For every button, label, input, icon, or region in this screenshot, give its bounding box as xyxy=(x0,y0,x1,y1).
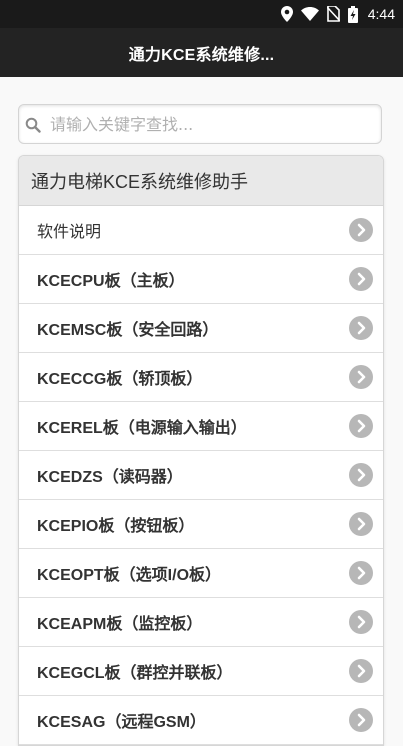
list-item-label: KCECPU板（主板） xyxy=(37,273,185,290)
list-item-label: KCEDZS（读码器） xyxy=(37,469,183,486)
list-item-kcecpu[interactable]: KCECPU板（主板） xyxy=(19,255,383,304)
list-item-kcedzs[interactable]: KCEDZS（读码器） xyxy=(19,451,383,500)
list-item-kcegcl[interactable]: KCEGCL板（群控并联板） xyxy=(19,647,383,696)
chevron-right-icon xyxy=(349,316,373,340)
list-item-label: KCEGCL板（群控并联板） xyxy=(37,665,233,682)
chevron-right-icon xyxy=(349,561,373,585)
chevron-right-icon xyxy=(349,414,373,438)
search-icon xyxy=(25,117,41,137)
list-item-label: KCEMSC板（安全回路） xyxy=(37,322,219,339)
status-time: 4:44 xyxy=(367,6,395,22)
chevron-right-icon xyxy=(349,610,373,634)
manual-list: 通力电梯KCE系统维修助手 软件说明 KCECPU板（主板） KCEMSC板（安… xyxy=(18,155,384,746)
chevron-right-icon xyxy=(349,267,373,291)
chevron-right-icon xyxy=(349,708,373,732)
list-item-kceopt[interactable]: KCEOPT板（选项I/O板） xyxy=(19,549,383,598)
chevron-right-icon xyxy=(349,463,373,487)
battery-charging-icon xyxy=(347,5,358,23)
wifi-icon xyxy=(300,7,319,21)
list-item-kceapm[interactable]: KCEAPM板（监控板） xyxy=(19,598,383,647)
list-item-label: 软件说明 xyxy=(37,224,102,241)
list-item-software-notes[interactable]: 软件说明 xyxy=(19,206,383,255)
search-input[interactable] xyxy=(50,105,370,143)
list-item-label: KCEPIO板（按钮板） xyxy=(37,518,195,535)
chevron-right-icon xyxy=(349,218,373,242)
list-item-kcepio[interactable]: KCEPIO板（按钮板） xyxy=(19,500,383,549)
list-item-label: KCEREL板（电源输入输出） xyxy=(37,420,247,437)
chevron-right-icon xyxy=(349,512,373,536)
list-item-kcesag[interactable]: KCESAG（远程GSM） xyxy=(19,696,383,745)
app-bar: 通力KCE系统维修... xyxy=(0,28,403,77)
list-item-kcerel[interactable]: KCEREL板（电源输入输出） xyxy=(19,402,383,451)
chevron-right-icon xyxy=(349,659,373,683)
list-item-label: KCECCG板（轿顶板） xyxy=(37,371,203,388)
search-box xyxy=(18,104,382,144)
list-item-label: KCEOPT板（选项I/O板） xyxy=(37,567,222,584)
list-item-label: KCEAPM板（监控板） xyxy=(37,616,203,633)
chevron-right-icon xyxy=(349,365,373,389)
no-sim-icon xyxy=(326,6,340,22)
list-header: 通力电梯KCE系统维修助手 xyxy=(19,156,383,206)
list-item-kcemsc[interactable]: KCEMSC板（安全回路） xyxy=(19,304,383,353)
location-icon xyxy=(280,6,293,22)
list-item-label: KCESAG（远程GSM） xyxy=(37,714,206,731)
list-item-kceccg[interactable]: KCECCG板（轿顶板） xyxy=(19,353,383,402)
status-bar: 4:44 xyxy=(0,0,403,28)
app-title: 通力KCE系统维修... xyxy=(128,46,275,64)
